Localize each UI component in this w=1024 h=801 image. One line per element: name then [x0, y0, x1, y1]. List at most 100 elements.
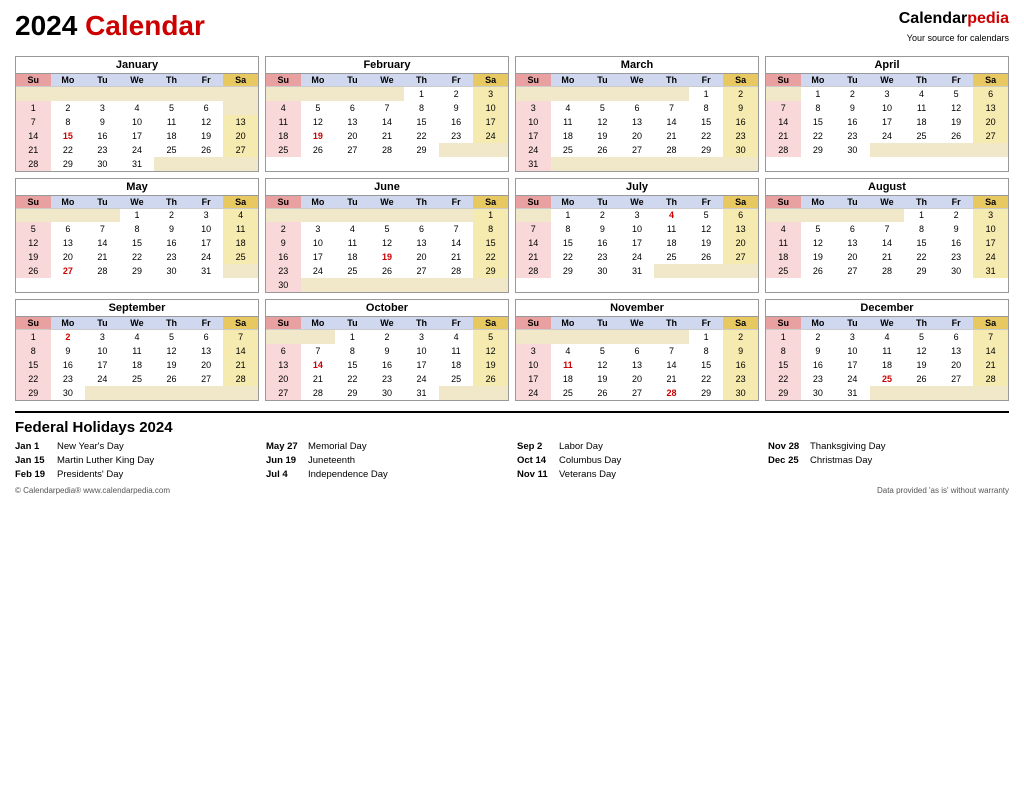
day-cell: 22: [766, 372, 801, 386]
day-cell: 11: [439, 344, 474, 358]
day-cell: 6: [835, 222, 870, 236]
day-header-th: Th: [154, 196, 189, 209]
day-cell: 6: [51, 222, 86, 236]
day-cell: 20: [973, 115, 1008, 129]
day-cell: 1: [404, 87, 439, 101]
day-cell: 19: [585, 372, 620, 386]
day-cell: 27: [835, 264, 870, 278]
day-cell: 11: [120, 344, 155, 358]
day-cell: 12: [16, 236, 51, 250]
day-cell: 11: [654, 222, 689, 236]
day-cell: 20: [939, 358, 974, 372]
day-cell: 13: [973, 101, 1008, 115]
day-cell: [439, 386, 474, 400]
day-cell: 9: [723, 344, 758, 358]
day-cell: [654, 330, 689, 344]
day-cell: 24: [516, 143, 551, 157]
day-cell: [154, 157, 189, 171]
day-header-th: Th: [654, 74, 689, 87]
day-cell: 15: [689, 358, 724, 372]
day-cell: 31: [835, 386, 870, 400]
month-block-december: DecemberSuMoTuWeThFrSa123456789101112131…: [765, 299, 1009, 401]
day-cell: 18: [551, 372, 586, 386]
day-cell: 28: [223, 372, 258, 386]
day-cell: 26: [585, 386, 620, 400]
day-header-sa: Sa: [223, 196, 258, 209]
day-cell: [585, 157, 620, 171]
day-cell: 4: [551, 101, 586, 115]
day-cell: 7: [973, 330, 1008, 344]
day-cell: 1: [904, 208, 939, 222]
day-cell: 13: [51, 236, 86, 250]
day-header-tu: Tu: [85, 74, 120, 87]
day-cell: [654, 264, 689, 278]
day-cell: 5: [301, 101, 336, 115]
day-cell: 13: [620, 115, 655, 129]
day-cell: 7: [516, 222, 551, 236]
day-cell: 14: [370, 115, 405, 129]
day-cell: 14: [439, 236, 474, 250]
day-cell: 26: [904, 372, 939, 386]
day-cell: 23: [835, 129, 870, 143]
day-cell: [120, 87, 155, 101]
day-cell: 12: [585, 358, 620, 372]
month-table: SuMoTuWeThFrSa12345678910111213141516171…: [266, 74, 508, 157]
day-cell: 17: [85, 358, 120, 372]
day-cell: 14: [16, 129, 51, 143]
day-cell: [473, 143, 508, 157]
day-cell: 19: [801, 250, 836, 264]
month-table: SuMoTuWeThFrSa12345678910111213141516171…: [516, 317, 758, 400]
day-cell: 25: [870, 372, 905, 386]
day-cell: 9: [585, 222, 620, 236]
day-header-th: Th: [904, 317, 939, 330]
day-cell: 15: [51, 129, 86, 143]
day-cell: 24: [973, 250, 1008, 264]
day-cell: 17: [301, 250, 336, 264]
day-cell: 15: [473, 236, 508, 250]
holiday-item: Jan 1New Year's Day: [15, 440, 256, 454]
day-header-tu: Tu: [335, 74, 370, 87]
day-header-sa: Sa: [223, 74, 258, 87]
month-table: SuMoTuWeThFrSa12345678910111213141516171…: [766, 196, 1008, 279]
day-cell: 29: [473, 264, 508, 278]
day-cell: 10: [473, 101, 508, 115]
day-cell: 7: [301, 344, 336, 358]
month-block-april: AprilSuMoTuWeThFrSa123456789101112131415…: [765, 56, 1009, 172]
day-cell: 23: [85, 143, 120, 157]
day-cell: 5: [154, 101, 189, 115]
day-header-we: We: [370, 74, 405, 87]
day-header-th: Th: [654, 317, 689, 330]
day-cell: 29: [120, 264, 155, 278]
day-cell: [766, 87, 801, 101]
day-header-fr: Fr: [689, 317, 724, 330]
day-cell: 5: [689, 208, 724, 222]
day-cell: 10: [516, 358, 551, 372]
day-cell: 8: [766, 344, 801, 358]
day-cell: 20: [404, 250, 439, 264]
month-table: SuMoTuWeThFrSa12345678910111213141516171…: [266, 317, 508, 400]
day-cell: 27: [404, 264, 439, 278]
day-cell: [51, 87, 86, 101]
day-cell: 21: [654, 372, 689, 386]
day-cell: 6: [939, 330, 974, 344]
day-cell: 14: [516, 236, 551, 250]
day-cell: 18: [335, 250, 370, 264]
day-header-sa: Sa: [723, 196, 758, 209]
day-cell: 11: [766, 236, 801, 250]
day-cell: [223, 386, 258, 400]
day-cell: 15: [904, 236, 939, 250]
day-cell: 22: [551, 250, 586, 264]
day-cell: [516, 208, 551, 222]
month-title: December: [766, 300, 1008, 317]
day-cell: 20: [266, 372, 301, 386]
day-cell: [301, 330, 336, 344]
brand-main: Calendar: [899, 10, 967, 27]
day-cell: 16: [585, 236, 620, 250]
brand-tagline: Your source for calendars: [907, 33, 1009, 43]
day-cell: [689, 264, 724, 278]
day-cell: 9: [723, 101, 758, 115]
day-cell: 20: [189, 358, 224, 372]
day-cell: 8: [689, 344, 724, 358]
day-cell: 12: [801, 236, 836, 250]
day-cell: 31: [516, 157, 551, 171]
